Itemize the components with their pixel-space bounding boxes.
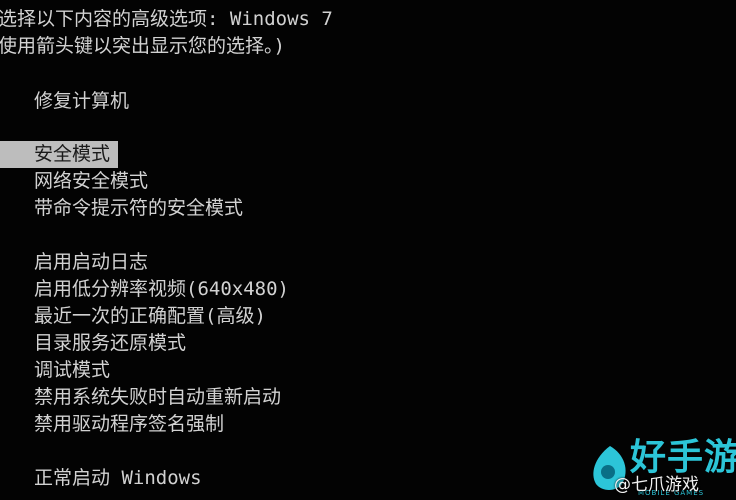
menu-item-disable-driver-signature[interactable]: 禁用驱动程序签名强制	[34, 411, 224, 438]
menu-item-safe-mode-label: 安全模式	[34, 143, 111, 165]
menu-item-repair-computer[interactable]: 修复计算机	[34, 88, 129, 115]
watermark-handle: @七爪游戏	[614, 475, 699, 495]
watermark: 好手游网 MOBILE GAMES @七爪游戏	[586, 438, 736, 500]
menu-item-safe-mode-networking[interactable]: 网络安全模式	[34, 168, 148, 195]
menu-item-start-windows-normally[interactable]: 正常启动 Windows	[34, 465, 202, 492]
header-instructions: 使用箭头键以突出显示您的选择。)	[0, 35, 285, 57]
header: 选择以下内容的高级选项: Windows 7 使用箭头键以突出显示您的选择。)	[0, 6, 333, 60]
menu-item-disable-auto-restart[interactable]: 禁用系统失败时自动重新启动	[34, 384, 281, 411]
menu-item-debugging-mode[interactable]: 调试模式	[34, 357, 110, 384]
menu-item-boot-logging[interactable]: 启用启动日志	[34, 249, 148, 276]
menu-item-safe-mode-command-prompt[interactable]: 带命令提示符的安全模式	[34, 195, 243, 222]
header-title: 选择以下内容的高级选项: Windows 7	[0, 8, 333, 30]
menu-item-low-resolution-video[interactable]: 启用低分辨率视频(640x480)	[34, 276, 289, 303]
advanced-boot-options-screen: 选择以下内容的高级选项: Windows 7 使用箭头键以突出显示您的选择。) …	[0, 0, 736, 500]
menu-item-last-known-good[interactable]: 最近一次的正确配置(高级)	[34, 303, 266, 330]
menu-item-safe-mode[interactable]: 安全模式	[0, 141, 118, 168]
menu-item-directory-services-restore[interactable]: 目录服务还原模式	[34, 330, 186, 357]
